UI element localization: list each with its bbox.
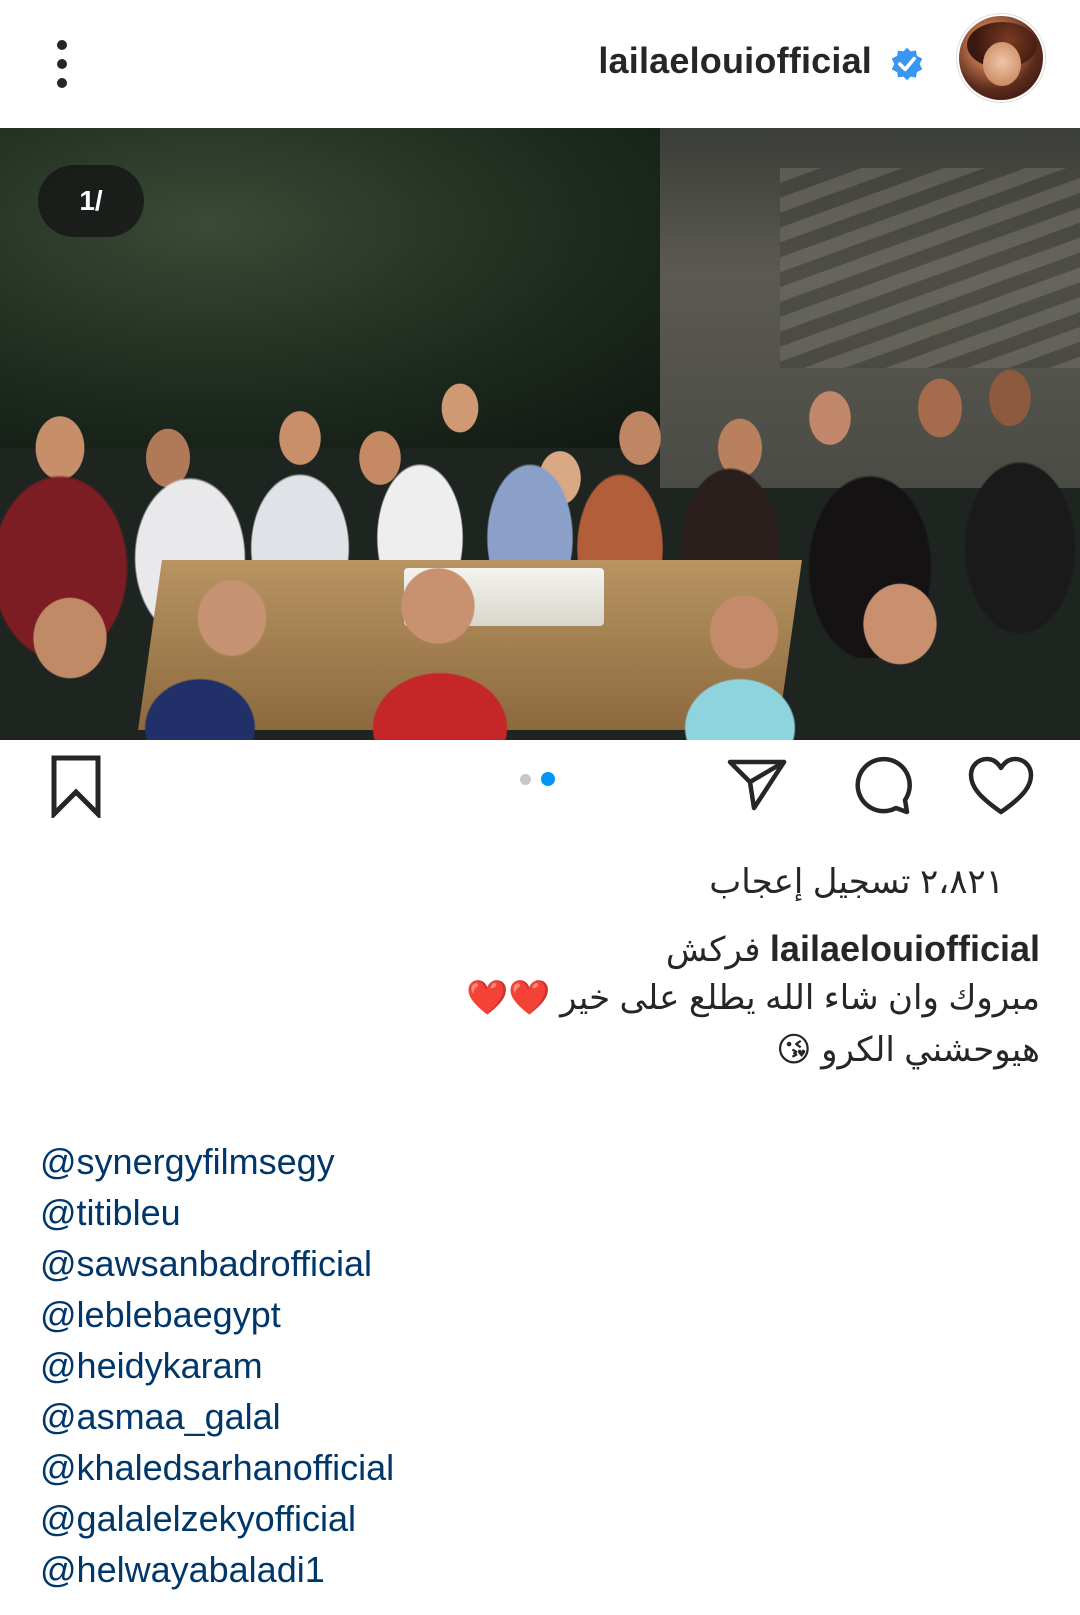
mentions-list: @synergyfilmsegy @titibleu @sawsanbadrof… (40, 1136, 394, 1595)
action-bar (0, 740, 1080, 840)
likes-count[interactable]: ٢،٨٢١ تسجيل إعجاب (709, 862, 1004, 902)
comment-icon[interactable] (851, 754, 913, 816)
carousel-dots (520, 772, 555, 786)
more-dot (57, 59, 67, 69)
profile-avatar[interactable] (959, 16, 1043, 100)
mention-link[interactable]: @leblebaegypt (40, 1289, 394, 1340)
bookmark-icon[interactable] (48, 754, 104, 818)
avatar-face (983, 42, 1021, 86)
kiss-emoji-icon: 😘 (776, 1030, 812, 1070)
mention-link[interactable]: @synergyfilmsegy (40, 1136, 394, 1187)
post-header: lailaelouiofficial (0, 0, 1080, 128)
carousel-dot-active (541, 772, 555, 786)
caption-text: فركش (665, 931, 761, 969)
caption-line-3: هيوحشني الكرو 😘 (776, 1030, 1040, 1070)
share-icon[interactable] (726, 756, 788, 812)
photo-front-row (0, 528, 1080, 740)
post-username[interactable]: lailaelouiofficial (598, 40, 872, 82)
caption-username[interactable]: lailaelouiofficial (770, 928, 1040, 969)
red-heart-emoji-icon: ❤️❤️ (465, 978, 551, 1018)
more-dot (57, 78, 67, 88)
more-options-icon[interactable] (40, 32, 84, 96)
mention-link[interactable]: @galalelzekyofficial (40, 1493, 394, 1544)
caption-line-2: مبروك وان شاء الله يطلع على خير ❤️❤️ (466, 978, 1040, 1018)
verified-badge-icon (891, 47, 923, 81)
mention-link[interactable]: @titibleu (40, 1187, 394, 1238)
mention-link[interactable]: @khaledsarhanofficial (40, 1442, 394, 1493)
post-photo[interactable]: 1/ (0, 128, 1080, 740)
caption-line-1: lailaelouiofficial فركش (666, 928, 1040, 970)
mention-link[interactable]: @helwayabaladi1 (40, 1544, 394, 1595)
more-dot (57, 40, 67, 50)
carousel-dot (520, 773, 531, 785)
caption-text: هيوحشني الكرو (821, 1031, 1040, 1069)
mention-link[interactable]: @asmaa_galal (40, 1391, 394, 1442)
heart-icon[interactable] (968, 756, 1034, 816)
mention-link[interactable]: @heidykaram (40, 1340, 394, 1391)
mention-link[interactable]: @sawsanbadrofficial (40, 1238, 394, 1289)
caption-text: مبروك وان شاء الله يطلع على خير (560, 979, 1040, 1017)
media-counter: 1/ (38, 165, 144, 237)
